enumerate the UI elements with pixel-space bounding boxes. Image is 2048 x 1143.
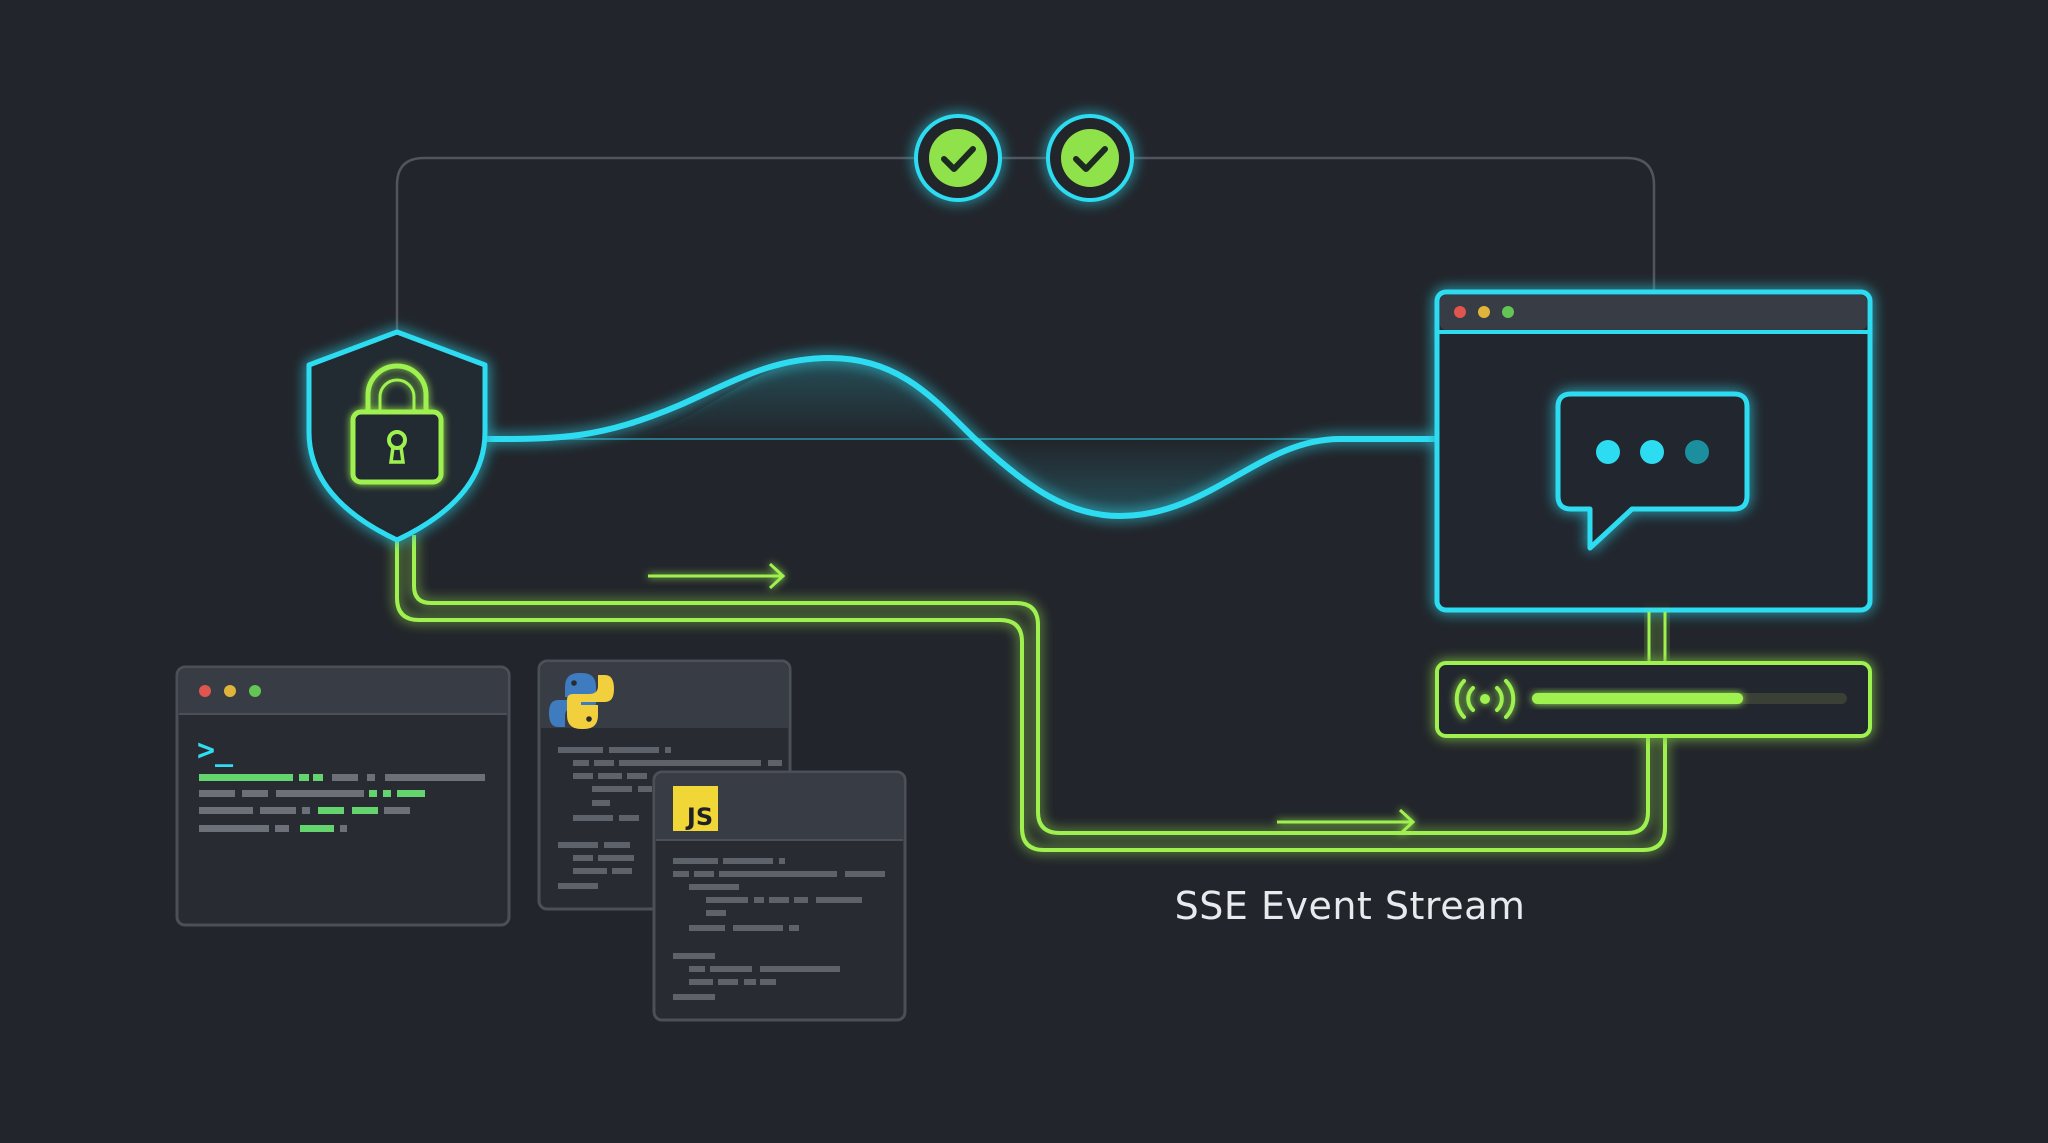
flow-arrow-top — [648, 562, 786, 590]
check-badge-1 — [914, 114, 1002, 202]
window-dot-red — [1454, 306, 1466, 318]
terminal-window: >_ — [175, 665, 511, 927]
window-dot-green — [1502, 306, 1514, 318]
window-dot-green — [249, 685, 261, 697]
check-badge-2 — [1046, 114, 1134, 202]
javascript-code-window: JS — [652, 770, 907, 1022]
sse-event-stream-caption: SSE Event Stream — [1174, 884, 1526, 928]
wave-fill-up — [600, 358, 975, 439]
browser-to-bar-connector — [1647, 612, 1667, 663]
flow-arrow-bottom — [1277, 808, 1416, 836]
js-badge-label: JS — [685, 803, 713, 831]
window-dot-red — [199, 685, 211, 697]
stream-progress-fill — [1532, 693, 1744, 704]
terminal-prompt: >_ — [197, 733, 234, 768]
sse-diagram: >_ JS — [175, 114, 1873, 1022]
window-dot-yellow — [1478, 306, 1490, 318]
window-dot-yellow — [224, 685, 236, 697]
